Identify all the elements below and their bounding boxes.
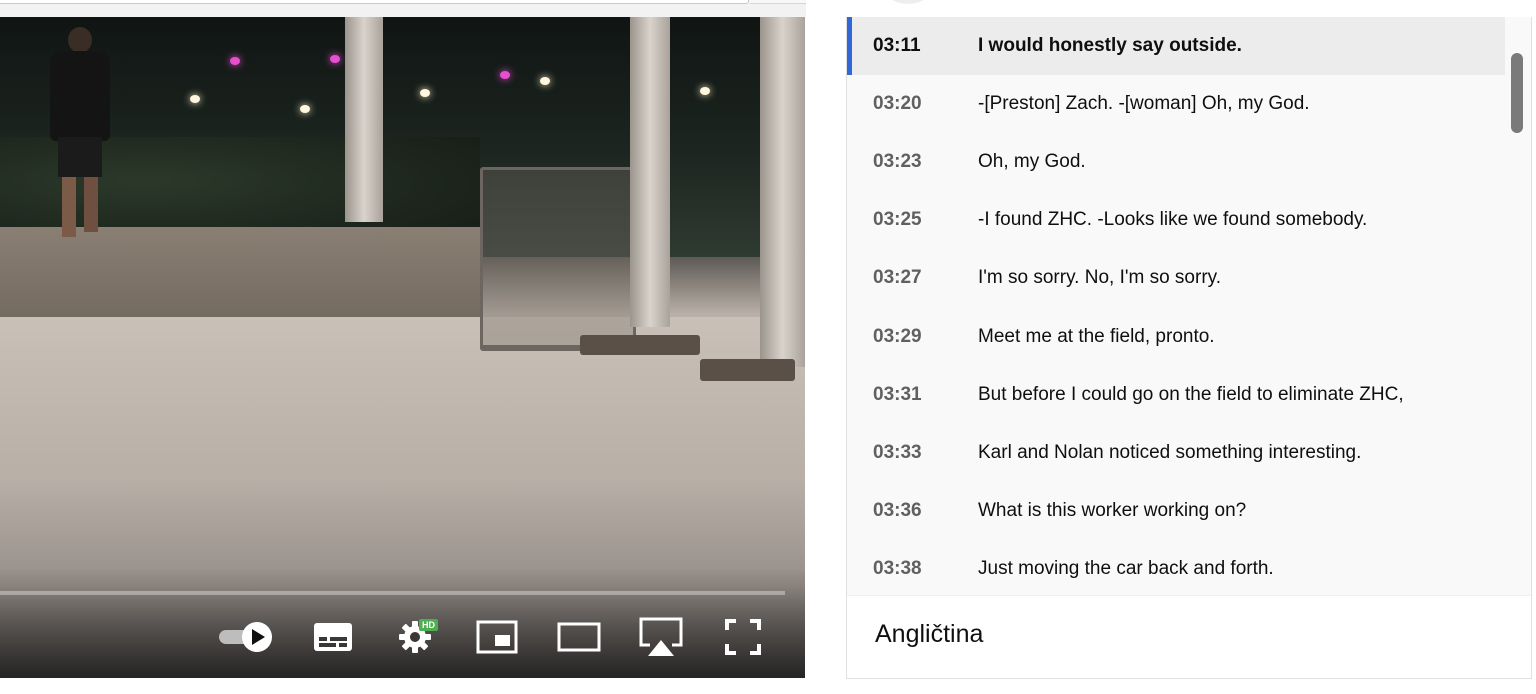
- video-frame-pillar: [630, 17, 670, 327]
- segment-timestamp: 03:23: [873, 151, 922, 173]
- segment-text: Oh, my God.: [978, 151, 1086, 173]
- transcript-segment[interactable]: 03:38 Just moving the car back and forth…: [847, 540, 1505, 595]
- segment-timestamp: 03:36: [873, 499, 922, 521]
- segment-timestamp: 03:11: [873, 35, 921, 57]
- hd-badge: HD: [419, 619, 438, 631]
- fullscreen-button[interactable]: [713, 607, 773, 667]
- segment-text: Karl and Nolan noticed something interes…: [978, 441, 1362, 463]
- segment-text: -I found ZHC. -Looks like we found someb…: [978, 209, 1368, 231]
- segment-text: I would honestly say outside.: [978, 35, 1242, 57]
- segment-text: -[Preston] Zach. -[woman] Oh, my God.: [978, 93, 1310, 115]
- transcript-segment[interactable]: 03:25 -I found ZHC. -Looks like we found…: [847, 191, 1505, 249]
- video-frame-base: [580, 335, 700, 355]
- miniplayer-button[interactable]: [467, 607, 527, 667]
- search-input-edge[interactable]: [0, 0, 749, 4]
- theater-icon: [556, 621, 602, 653]
- video-frame-pillar: [760, 17, 805, 367]
- segment-timestamp: 03:27: [873, 267, 922, 289]
- video-frame-base: [700, 359, 795, 381]
- segment-timestamp: 03:25: [873, 209, 922, 231]
- search-button-edge[interactable]: [750, 0, 806, 4]
- segment-timestamp: 03:33: [873, 441, 922, 463]
- video-frame-cart: [480, 167, 636, 351]
- avatar[interactable]: [886, 0, 930, 4]
- transcript-segment-list[interactable]: 03:11 I would honestly say outside. 03:2…: [847, 17, 1505, 595]
- transcript-segment[interactable]: 03:23 Oh, my God.: [847, 133, 1505, 191]
- theater-mode-button[interactable]: [549, 607, 609, 667]
- segment-timestamp: 03:38: [873, 557, 922, 579]
- fullscreen-icon: [724, 618, 762, 656]
- segment-text: I'm so sorry. No, I'm so sorry.: [978, 267, 1222, 289]
- language-selector[interactable]: Angličtina: [875, 620, 983, 649]
- transcript-segment[interactable]: 03:27 I'm so sorry. No, I'm so sorry.: [847, 249, 1505, 307]
- settings-button[interactable]: HD: [385, 607, 445, 667]
- subtitles-button[interactable]: [303, 607, 363, 667]
- segment-text: But before I could go on the field to el…: [978, 383, 1404, 405]
- airplay-button[interactable]: [631, 607, 691, 667]
- segment-timestamp: 03:29: [873, 325, 922, 347]
- transcript-scrollbar[interactable]: [1511, 53, 1523, 133]
- airplay-icon: [636, 616, 686, 658]
- segment-text: Just moving the car back and forth.: [978, 557, 1274, 579]
- transcript-segment[interactable]: 03:33 Karl and Nolan noticed something i…: [847, 424, 1505, 482]
- transcript-segment[interactable]: 03:31 But before I could go on the field…: [847, 366, 1505, 424]
- transcript-panel: 03:11 I would honestly say outside. 03:2…: [846, 17, 1532, 679]
- transcript-footer: Angličtina: [847, 595, 1531, 678]
- segment-text: Meet me at the field, pronto.: [978, 325, 1215, 347]
- player-controls: HD: [0, 607, 805, 667]
- subtitles-icon: [313, 621, 353, 653]
- video-frame-pillar: [345, 17, 383, 222]
- transcript-segment[interactable]: 03:11 I would honestly say outside.: [847, 17, 1505, 76]
- autoplay-toggle[interactable]: [216, 607, 276, 667]
- video-frame-person: [40, 27, 120, 237]
- miniplayer-icon: [475, 619, 519, 655]
- transcript-segment[interactable]: 03:36 What is this worker working on?: [847, 482, 1505, 540]
- top-bar-strip: [0, 0, 806, 17]
- segment-text: What is this worker working on?: [978, 499, 1247, 521]
- segment-timestamp: 03:31: [873, 383, 922, 405]
- transcript-segment[interactable]: 03:20 -[Preston] Zach. -[woman] Oh, my G…: [847, 75, 1505, 133]
- progress-bar[interactable]: [0, 591, 785, 595]
- video-player[interactable]: HD: [0, 17, 805, 678]
- transcript-segment[interactable]: 03:29 Meet me at the field, pronto.: [847, 307, 1505, 365]
- segment-timestamp: 03:20: [873, 93, 922, 115]
- autoplay-toggle-icon: [217, 621, 275, 653]
